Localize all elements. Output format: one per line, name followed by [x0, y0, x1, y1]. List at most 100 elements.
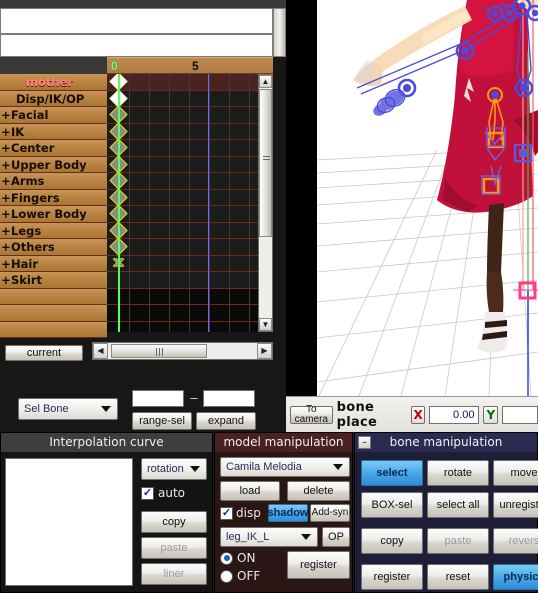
scroll-down-icon[interactable]: ▼ [259, 318, 272, 331]
bone-place-label: bone place [336, 399, 378, 430]
bone-row-label: Skirt [11, 273, 43, 287]
bone-row-others[interactable]: + Others [0, 239, 107, 256]
bone-row-legs[interactable]: + Legs [0, 222, 107, 239]
bone-row-label: Center [11, 141, 55, 155]
to-camera-button[interactable]: To camera [290, 404, 333, 424]
radio-off-row[interactable]: OFF [220, 569, 260, 583]
bone-row-arms[interactable]: + Arms [0, 173, 107, 190]
shadow-button[interactable]: shadow [268, 504, 308, 522]
timeline-frame-ruler[interactable]: 0 5 [107, 57, 273, 74]
auto-label: auto [158, 486, 186, 500]
interpolation-copy-button[interactable]: copy [141, 511, 207, 533]
bone-paste-button[interactable]: paste [427, 528, 489, 554]
bone-move-button[interactable]: move [493, 460, 538, 486]
bone-row-fingers[interactable]: + Fingers [0, 189, 107, 206]
expand-plus-icon[interactable]: + [1, 124, 11, 140]
expand-plus-icon[interactable]: + [1, 140, 11, 156]
bone-label-column[interactable]: mother Disp/IK/OP + Facial + IK + Center + Upper … [0, 74, 107, 338]
radio-on-row[interactable]: ON [220, 551, 255, 565]
expand-plus-icon[interactable]: + [1, 256, 11, 272]
scroll-right-icon[interactable]: ▶ [257, 343, 272, 359]
y-coordinate-input[interactable] [502, 405, 538, 424]
scroll-up-icon[interactable]: ▲ [259, 75, 272, 88]
frame-label-5: 5 [192, 59, 199, 73]
expand-plus-icon[interactable]: + [1, 206, 11, 222]
bone-row-hair[interactable]: + Hair [0, 255, 107, 272]
chevron-down-icon [101, 406, 111, 412]
bone-register-button[interactable]: register [361, 564, 423, 590]
timeline-frame-header[interactable]: 0 5 [0, 57, 273, 74]
bone-copy-button[interactable]: copy [361, 528, 423, 554]
expand-plus-icon[interactable]: + [1, 157, 11, 173]
bone-rotate-button[interactable]: rotate [427, 460, 489, 486]
auto-checkbox-row[interactable]: ✓ auto [141, 486, 185, 500]
bone-select-dropdown[interactable]: leg_IK_L [220, 527, 318, 547]
expand-button[interactable]: expand [196, 412, 256, 430]
expand-plus-icon[interactable]: + [1, 173, 11, 189]
expand-plus-icon[interactable]: + [1, 272, 11, 288]
grid-divider [169, 74, 170, 332]
expand-plus-icon[interactable]: + [1, 190, 11, 206]
expand-plus-icon[interactable]: + [1, 223, 11, 239]
auto-checkbox[interactable]: ✓ [141, 486, 154, 500]
disp-checkbox[interactable]: ✓ [220, 506, 233, 520]
expand-plus-icon[interactable]: + [1, 239, 11, 255]
disp-checkbox-row[interactable]: ✓ disp [220, 506, 261, 520]
bone-row-skirt[interactable]: + Skirt [0, 272, 107, 289]
top-text-field-1[interactable] [0, 8, 273, 34]
bone-row-facial[interactable]: + Facial [0, 107, 107, 124]
3d-viewport[interactable] [286, 0, 538, 396]
model-load-button[interactable]: load [220, 481, 280, 501]
x-coordinate-input[interactable]: 0.00 [429, 405, 480, 424]
bone-row-ik[interactable]: + IK [0, 123, 107, 140]
top-field-scrollbar[interactable] [273, 8, 286, 57]
current-frame-button[interactable]: current [5, 345, 83, 361]
scrollbar-thumb[interactable] [259, 89, 272, 237]
range-to-input[interactable] [203, 390, 255, 407]
bone-row-upper-body[interactable]: + Upper Body [0, 156, 107, 173]
bone-revers-button[interactable]: revers [493, 528, 538, 554]
bone-select-all-button[interactable]: select all [427, 492, 489, 518]
model-delete-button[interactable]: delete [287, 481, 350, 501]
scroll-left-icon[interactable]: ◀ [93, 343, 108, 359]
bone-reset-button[interactable]: reset [427, 564, 489, 590]
model-select-dropdown[interactable]: Camila Melodia [220, 457, 350, 477]
model-register-button[interactable]: register [287, 551, 350, 579]
bone-row-lower-body[interactable]: + Lower Body [0, 206, 107, 223]
playhead-line[interactable] [118, 74, 120, 332]
model-panel-title: model manipulation [215, 433, 352, 452]
interpolation-curve-canvas[interactable] [5, 458, 133, 586]
bone-select-button[interactable]: select [361, 460, 423, 486]
viewport-canvas[interactable] [317, 0, 538, 396]
op-button[interactable]: OP [322, 527, 350, 547]
radio-off-button[interactable] [220, 569, 233, 583]
bone-row-center[interactable]: + Center [0, 140, 107, 157]
bone-unregister-button[interactable]: unregister [493, 492, 538, 518]
bone-row-mother[interactable]: mother [0, 74, 107, 91]
sel-bone-dropdown[interactable]: Sel Bone [18, 398, 118, 420]
bone-row-label: Hair [11, 256, 38, 271]
radio-on-button[interactable] [220, 551, 233, 565]
timeline-horizontal-scrollbar[interactable]: ◀ ▶ [92, 342, 273, 360]
hscrollbar-thumb[interactable] [111, 344, 207, 358]
frame-marker-line [208, 74, 209, 332]
viewport-scene [317, 0, 538, 396]
y-axis-badge: Y [483, 405, 499, 424]
top-text-field-2[interactable] [0, 34, 273, 57]
interpolation-paste-button[interactable]: paste [141, 537, 207, 559]
range-from-input[interactable] [132, 390, 184, 407]
add-syn-button[interactable]: Add-syn [310, 504, 350, 522]
minimize-icon[interactable]: – [358, 436, 371, 449]
bone-row-empty [0, 321, 107, 338]
bone-box-sel-button[interactable]: BOX-sel [361, 492, 423, 518]
interpolation-mode-dropdown[interactable]: rotation [141, 458, 207, 480]
expand-plus-icon[interactable]: + [1, 107, 11, 123]
bone-physics-button[interactable]: physics [493, 564, 538, 590]
timeline-vertical-scrollbar[interactable]: ▲ ▼ [258, 74, 273, 332]
interpolation-liner-button[interactable]: liner [141, 563, 207, 585]
keyframe-grid[interactable]: ✕ [107, 74, 273, 332]
range-sel-button[interactable]: range-sel [132, 412, 192, 430]
bone-row-disp-ik-op[interactable]: Disp/IK/OP [0, 90, 107, 107]
bone-place-statusbar: To camera bone place X 0.00 Y [286, 396, 538, 432]
radio-dot-icon [223, 555, 230, 561]
